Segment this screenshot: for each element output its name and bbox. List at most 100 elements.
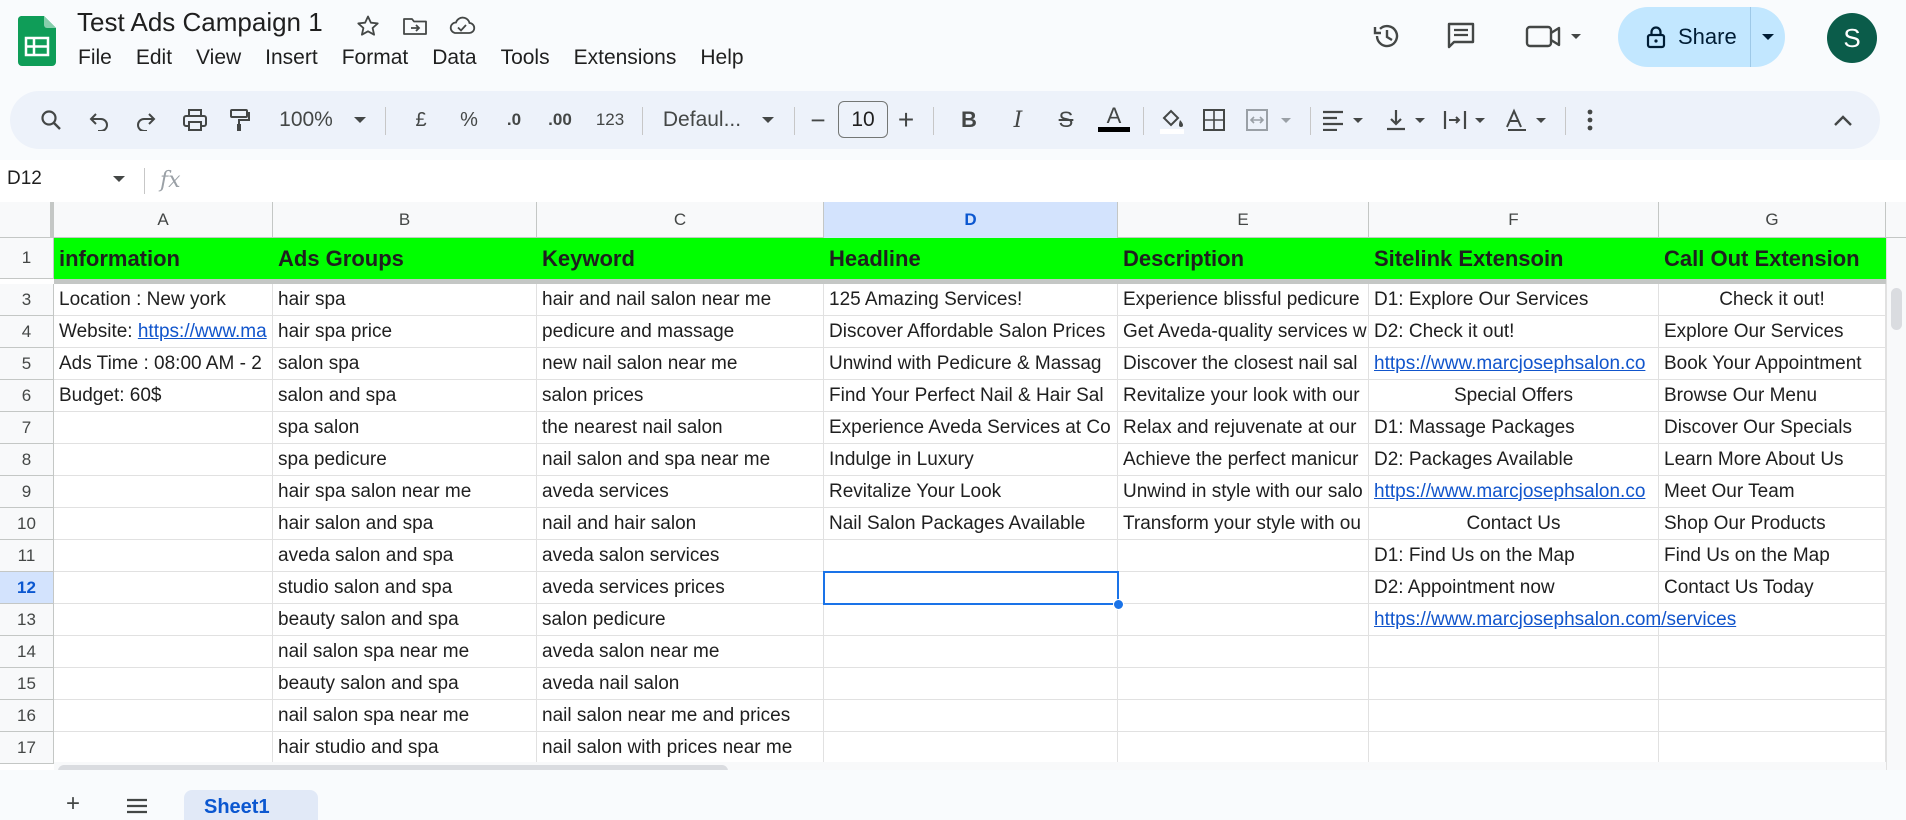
- cell-f16[interactable]: [1369, 700, 1659, 732]
- cell-d16[interactable]: [824, 700, 1118, 732]
- row-header-6[interactable]: 6: [0, 380, 54, 412]
- cell-g6[interactable]: Browse Our Menu: [1659, 380, 1886, 412]
- sheet-tab[interactable]: Sheet1: [184, 790, 318, 820]
- percent-button[interactable]: %: [454, 91, 484, 149]
- cell-e13[interactable]: [1118, 604, 1369, 636]
- cell-a17[interactable]: [54, 732, 273, 764]
- cell-c6[interactable]: salon prices: [537, 380, 824, 412]
- cell-g3[interactable]: Check it out!: [1659, 284, 1886, 316]
- cell-e15[interactable]: [1118, 668, 1369, 700]
- print-icon[interactable]: [180, 91, 210, 149]
- cell-f4[interactable]: D2: Check it out!: [1369, 316, 1659, 348]
- borders-icon[interactable]: [1199, 91, 1229, 149]
- share-main[interactable]: Share: [1618, 7, 1751, 67]
- menu-format[interactable]: Format: [330, 44, 421, 74]
- cell-a6[interactable]: Budget: 60$: [54, 380, 273, 412]
- column-header-a[interactable]: A: [54, 202, 273, 238]
- cell-a7[interactable]: [54, 412, 273, 444]
- cell-d10[interactable]: Nail Salon Packages Available: [824, 508, 1118, 540]
- move-folder-icon[interactable]: [401, 12, 429, 40]
- row-header-7[interactable]: 7: [0, 412, 54, 444]
- comment-icon[interactable]: [1440, 16, 1482, 56]
- cell-b16[interactable]: nail salon spa near me: [273, 700, 537, 732]
- spreadsheet-grid[interactable]: ABCDEFG 1 information Ads Groups Keyword Hea…: [0, 202, 1906, 770]
- cell-b8[interactable]: spa pedicure: [273, 444, 537, 476]
- cell-b13[interactable]: beauty salon and spa: [273, 604, 537, 636]
- chevron-down-icon[interactable]: [757, 91, 779, 149]
- row-header-5[interactable]: 5: [0, 348, 54, 380]
- fill-handle[interactable]: [1113, 599, 1124, 610]
- chevron-down-icon[interactable]: [112, 174, 126, 184]
- cell-c8[interactable]: nail salon and spa near me: [537, 444, 824, 476]
- cell-b15[interactable]: beauty salon and spa: [273, 668, 537, 700]
- cell-g11[interactable]: Find Us on the Map: [1659, 540, 1886, 572]
- cell-c14[interactable]: aveda salon near me: [537, 636, 824, 668]
- cell-c13[interactable]: salon pedicure: [537, 604, 824, 636]
- chevron-down-icon[interactable]: [349, 91, 371, 149]
- zoom-select[interactable]: 100%: [276, 91, 336, 149]
- header-cell-b[interactable]: Ads Groups: [273, 238, 537, 279]
- vertical-scrollbar[interactable]: [1886, 238, 1906, 770]
- formula-input[interactable]: [200, 160, 1890, 202]
- vertical-scroll-thumb[interactable]: [1891, 288, 1902, 330]
- row-header-9[interactable]: 9: [0, 476, 54, 508]
- column-header-g[interactable]: G: [1659, 202, 1886, 238]
- menu-file[interactable]: File: [66, 44, 124, 74]
- decrease-font-size-button[interactable]: −: [806, 91, 830, 149]
- row-header-14[interactable]: 14: [0, 636, 54, 668]
- redo-icon[interactable]: [131, 91, 161, 149]
- cell-a9[interactable]: [54, 476, 273, 508]
- vertical-align-icon[interactable]: [1384, 91, 1432, 149]
- row-header-16[interactable]: 16: [0, 700, 54, 732]
- cell-c17[interactable]: nail salon with prices near me: [537, 732, 824, 764]
- cell-b11[interactable]: aveda salon and spa: [273, 540, 537, 572]
- cell-c16[interactable]: nail salon near me and prices: [537, 700, 824, 732]
- cloud-saved-icon[interactable]: [448, 12, 476, 40]
- text-wrap-icon[interactable]: [1442, 91, 1492, 149]
- search-icon[interactable]: [36, 91, 66, 149]
- cell-a16[interactable]: [54, 700, 273, 732]
- strikethrough-button[interactable]: S: [1051, 91, 1081, 149]
- cell-f3[interactable]: D1: Explore Our Services: [1369, 284, 1659, 316]
- cell-e3[interactable]: Experience blissful pedicure: [1118, 284, 1369, 316]
- document-title[interactable]: Test Ads Campaign 1: [77, 7, 323, 38]
- cell-d3[interactable]: 125 Amazing Services!: [824, 284, 1118, 316]
- decrease-decimal-button[interactable]: .0: [496, 91, 532, 149]
- cell-c5[interactable]: new nail salon near me: [537, 348, 824, 380]
- cell-d7[interactable]: Experience Aveda Services at Co: [824, 412, 1118, 444]
- cell-g7[interactable]: Discover Our Specials: [1659, 412, 1886, 444]
- cell-a8[interactable]: [54, 444, 273, 476]
- cell-f15[interactable]: [1369, 668, 1659, 700]
- cell-e14[interactable]: [1118, 636, 1369, 668]
- column-header-f[interactable]: F: [1369, 202, 1659, 238]
- cell-e16[interactable]: [1118, 700, 1369, 732]
- cell-g12[interactable]: Contact Us Today: [1659, 572, 1886, 604]
- row-header-4[interactable]: 4: [0, 316, 54, 348]
- cell-a15[interactable]: [54, 668, 273, 700]
- sheets-logo-icon[interactable]: [18, 16, 56, 66]
- row-header-11[interactable]: 11: [0, 540, 54, 572]
- cell-c15[interactable]: aveda nail salon: [537, 668, 824, 700]
- cell-c3[interactable]: hair and nail salon near me: [537, 284, 824, 316]
- cell-f17[interactable]: [1369, 732, 1659, 764]
- header-cell-a[interactable]: information: [54, 238, 273, 279]
- cell-f9[interactable]: https://www.marcjosephsalon.co: [1369, 476, 1659, 508]
- increase-font-size-button[interactable]: +: [894, 91, 918, 149]
- italic-button[interactable]: I: [1003, 91, 1033, 149]
- menu-view[interactable]: View: [184, 44, 253, 74]
- align-left-icon[interactable]: [1320, 91, 1372, 149]
- cell-d11[interactable]: [824, 540, 1118, 572]
- cell-b17[interactable]: hair studio and spa: [273, 732, 537, 764]
- cell-a10[interactable]: [54, 508, 273, 540]
- cell-b5[interactable]: salon spa: [273, 348, 537, 380]
- cell-f12[interactable]: D2: Appointment now: [1369, 572, 1659, 604]
- cell-a12[interactable]: [54, 572, 273, 604]
- cell-a4[interactable]: Website: https://www.ma: [54, 316, 273, 348]
- cell-g17[interactable]: [1659, 732, 1886, 764]
- cell-c9[interactable]: aveda services: [537, 476, 824, 508]
- cell-d17[interactable]: [824, 732, 1118, 764]
- cell-g15[interactable]: [1659, 668, 1886, 700]
- header-cell-d[interactable]: Headline: [824, 238, 1118, 279]
- cell-c12[interactable]: aveda services prices: [537, 572, 824, 604]
- cell-a11[interactable]: [54, 540, 273, 572]
